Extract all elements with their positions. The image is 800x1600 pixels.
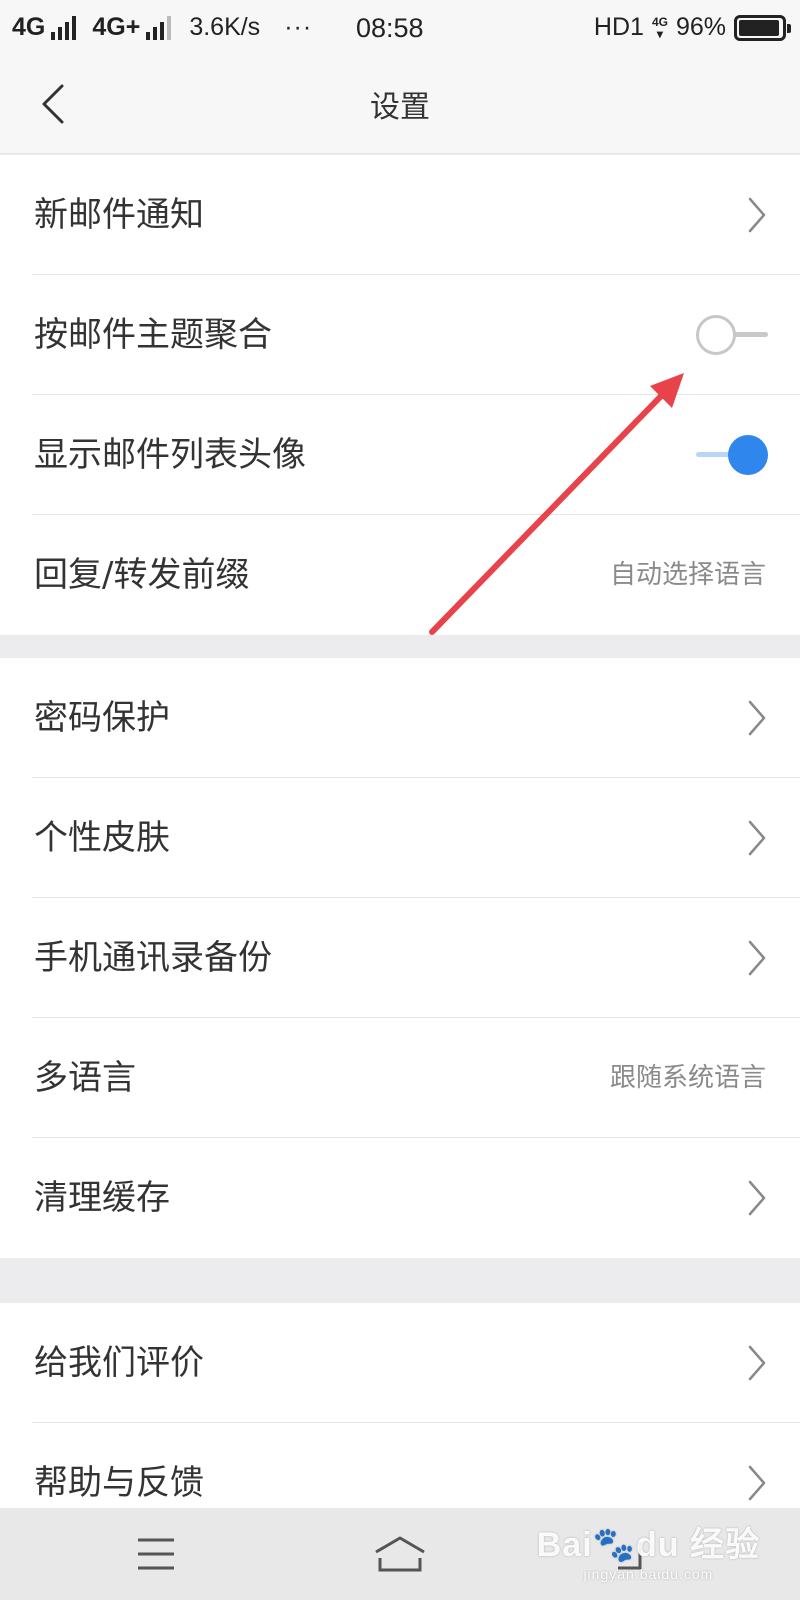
app-header: 设置 xyxy=(0,54,800,154)
watermark-main: Bai🐾du 经验 xyxy=(536,1526,760,1564)
watermark-sub: jingyan.baidu.com xyxy=(583,1566,714,1582)
toggle-knob xyxy=(728,435,768,475)
settings-row-label: 个性皮肤 xyxy=(34,818,170,858)
network-speed: 3.6K/s xyxy=(189,13,261,41)
chevron-right-icon xyxy=(748,1345,766,1381)
network-label-1: 4G xyxy=(12,13,46,41)
chevron-right-icon xyxy=(744,193,768,237)
system-nav-bar: Bai🐾du 经验 jingyan.baidu.com xyxy=(0,1508,800,1600)
settings-row[interactable]: 清理缓存 xyxy=(0,1138,800,1258)
battery-percent: 96% xyxy=(675,13,726,41)
settings-screen: 4G 4G+ 3.6K/s ··· 08:58 HD1 4G ▾ 96% 设置 新… xyxy=(0,0,800,1600)
toggle-switch[interactable] xyxy=(696,313,768,357)
chevron-right-icon xyxy=(748,1465,766,1501)
settings-group-support: 给我们评价帮助与反馈 xyxy=(0,1303,800,1508)
settings-row-value: 自动选择语言 xyxy=(609,560,766,590)
status-bar: 4G 4G+ 3.6K/s ··· 08:58 HD1 4G ▾ 96% xyxy=(0,0,800,54)
settings-row[interactable]: 个性皮肤 xyxy=(0,778,800,898)
watermark-logo: Bai🐾du 经验 jingyan.baidu.com xyxy=(537,1517,760,1582)
settings-row[interactable]: 新邮件通知 xyxy=(0,155,800,275)
status-right: HD1 4G ▾ 96% xyxy=(593,13,791,42)
settings-row-label: 清理缓存 xyxy=(34,1178,170,1218)
settings-row-value: 跟随系统语言 xyxy=(609,1063,766,1093)
settings-row[interactable]: 显示邮件列表头像 xyxy=(0,395,800,515)
settings-row[interactable]: 手机通讯录备份 xyxy=(0,898,800,1018)
settings-row-label: 新邮件通知 xyxy=(34,195,204,235)
chevron-right-icon xyxy=(744,936,768,980)
chevron-right-icon xyxy=(748,820,766,856)
data-activity-icon: 4G ▾ xyxy=(651,14,668,41)
settings-row-label: 密码保护 xyxy=(34,698,170,738)
chevron-right-icon xyxy=(748,700,766,736)
settings-row-label: 回复/转发前缀 xyxy=(34,555,250,595)
settings-row-label: 帮助与反馈 xyxy=(34,1463,204,1503)
battery-icon xyxy=(734,14,791,41)
hd-label: HD1 xyxy=(593,13,644,41)
toggle-switch[interactable] xyxy=(696,433,768,477)
settings-row-label: 显示邮件列表头像 xyxy=(34,435,306,475)
settings-row[interactable]: 给我们评价 xyxy=(0,1303,800,1423)
settings-row[interactable]: 多语言 跟随系统语言 xyxy=(0,1018,800,1138)
settings-group-general: 密码保护个性皮肤手机通讯录备份 多语言 跟随系统语言清理缓存 xyxy=(0,658,800,1258)
settings-row-label: 按邮件主题聚合 xyxy=(34,315,272,355)
chevron-right-icon xyxy=(744,816,768,860)
chevron-right-icon xyxy=(744,1461,768,1505)
settings-row[interactable]: 密码保护 xyxy=(0,658,800,778)
home-icon xyxy=(375,1536,425,1572)
home-button[interactable] xyxy=(370,1530,430,1578)
settings-row[interactable]: 帮助与反馈 xyxy=(0,1423,800,1508)
chevron-right-icon xyxy=(744,1176,768,1220)
settings-row[interactable]: 按邮件主题聚合 xyxy=(0,275,800,395)
settings-group-mail: 新邮件通知按邮件主题聚合 显示邮件列表头像 回复/转发前缀 自动选择语言 xyxy=(0,155,800,635)
signal-icon-2 xyxy=(146,15,172,40)
chevron-right-icon xyxy=(748,1180,766,1216)
menu-icon xyxy=(138,1538,174,1570)
network-label-2: 4G+ xyxy=(92,13,141,41)
settings-row[interactable]: 回复/转发前缀 自动选择语言 xyxy=(0,515,800,635)
settings-row-label: 给我们评价 xyxy=(34,1343,204,1383)
clock: 08:58 xyxy=(356,13,424,43)
settings-row-label: 手机通讯录备份 xyxy=(34,938,272,978)
status-left: 4G 4G+ 3.6K/s ··· xyxy=(12,13,312,42)
chevron-right-icon xyxy=(744,1341,768,1385)
toggle-knob xyxy=(696,315,736,355)
signal-icon-1 xyxy=(51,15,77,40)
menu-button[interactable] xyxy=(126,1530,186,1578)
chevron-right-icon xyxy=(744,696,768,740)
chevron-right-icon xyxy=(748,197,766,233)
page-title: 设置 xyxy=(370,90,430,125)
chevron-right-icon xyxy=(748,940,766,976)
settings-row-label: 多语言 xyxy=(34,1058,136,1098)
more-notifications-icon: ··· xyxy=(284,13,313,41)
